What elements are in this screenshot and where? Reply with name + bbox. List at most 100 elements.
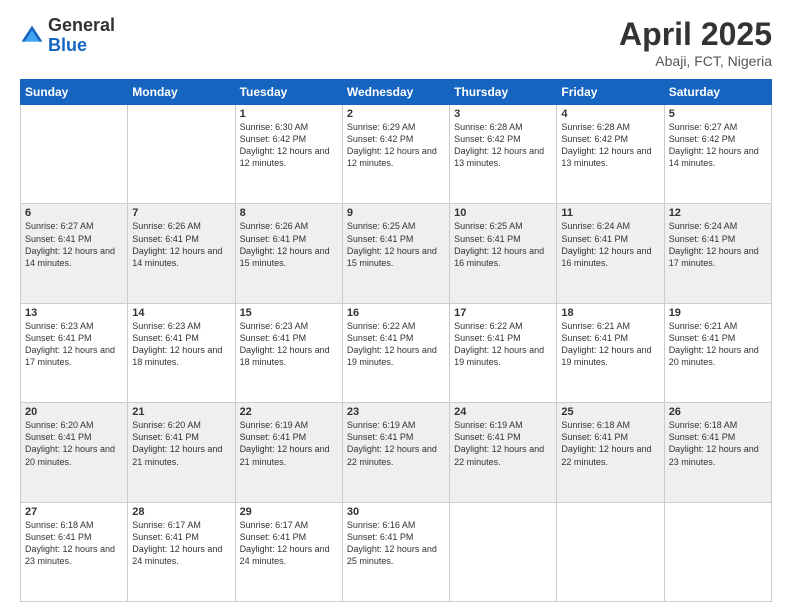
day-number: 23 xyxy=(347,406,445,418)
day-number: 2 xyxy=(347,108,445,120)
day-info: Sunrise: 6:25 AM Sunset: 6:41 PM Dayligh… xyxy=(454,220,552,269)
day-number: 5 xyxy=(669,108,767,120)
logo: General Blue xyxy=(20,16,115,56)
calendar-cell-w2-d6: 11Sunrise: 6:24 AM Sunset: 6:41 PM Dayli… xyxy=(557,204,664,303)
day-info: Sunrise: 6:21 AM Sunset: 6:41 PM Dayligh… xyxy=(561,320,659,369)
calendar-cell-w4-d2: 21Sunrise: 6:20 AM Sunset: 6:41 PM Dayli… xyxy=(128,403,235,502)
calendar-cell-w4-d7: 26Sunrise: 6:18 AM Sunset: 6:41 PM Dayli… xyxy=(664,403,771,502)
day-number: 26 xyxy=(669,406,767,418)
calendar-cell-w5-d2: 28Sunrise: 6:17 AM Sunset: 6:41 PM Dayli… xyxy=(128,502,235,601)
day-info: Sunrise: 6:26 AM Sunset: 6:41 PM Dayligh… xyxy=(132,220,230,269)
day-info: Sunrise: 6:20 AM Sunset: 6:41 PM Dayligh… xyxy=(25,419,123,468)
calendar-cell-w1-d1 xyxy=(21,105,128,204)
calendar-cell-w2-d2: 7Sunrise: 6:26 AM Sunset: 6:41 PM Daylig… xyxy=(128,204,235,303)
day-number: 28 xyxy=(132,506,230,518)
day-info: Sunrise: 6:23 AM Sunset: 6:41 PM Dayligh… xyxy=(25,320,123,369)
calendar-cell-w4-d5: 24Sunrise: 6:19 AM Sunset: 6:41 PM Dayli… xyxy=(450,403,557,502)
calendar-cell-w2-d1: 6Sunrise: 6:27 AM Sunset: 6:41 PM Daylig… xyxy=(21,204,128,303)
week-row-4: 20Sunrise: 6:20 AM Sunset: 6:41 PM Dayli… xyxy=(21,403,772,502)
calendar-table: Sunday Monday Tuesday Wednesday Thursday… xyxy=(20,79,772,602)
day-number: 18 xyxy=(561,307,659,319)
day-number: 24 xyxy=(454,406,552,418)
day-number: 4 xyxy=(561,108,659,120)
calendar-cell-w3-d1: 13Sunrise: 6:23 AM Sunset: 6:41 PM Dayli… xyxy=(21,303,128,402)
calendar-cell-w2-d3: 8Sunrise: 6:26 AM Sunset: 6:41 PM Daylig… xyxy=(235,204,342,303)
col-sunday: Sunday xyxy=(21,80,128,105)
day-info: Sunrise: 6:28 AM Sunset: 6:42 PM Dayligh… xyxy=(561,121,659,170)
calendar-cell-w5-d6 xyxy=(557,502,664,601)
calendar-cell-w4-d1: 20Sunrise: 6:20 AM Sunset: 6:41 PM Dayli… xyxy=(21,403,128,502)
day-info: Sunrise: 6:24 AM Sunset: 6:41 PM Dayligh… xyxy=(561,220,659,269)
day-info: Sunrise: 6:27 AM Sunset: 6:41 PM Dayligh… xyxy=(25,220,123,269)
day-number: 7 xyxy=(132,207,230,219)
day-number: 12 xyxy=(669,207,767,219)
day-info: Sunrise: 6:18 AM Sunset: 6:41 PM Dayligh… xyxy=(561,419,659,468)
day-info: Sunrise: 6:20 AM Sunset: 6:41 PM Dayligh… xyxy=(132,419,230,468)
calendar-cell-w5-d4: 30Sunrise: 6:16 AM Sunset: 6:41 PM Dayli… xyxy=(342,502,449,601)
calendar-cell-w4-d6: 25Sunrise: 6:18 AM Sunset: 6:41 PM Dayli… xyxy=(557,403,664,502)
day-number: 8 xyxy=(240,207,338,219)
calendar-cell-w5-d7 xyxy=(664,502,771,601)
calendar-cell-w4-d4: 23Sunrise: 6:19 AM Sunset: 6:41 PM Dayli… xyxy=(342,403,449,502)
month-title: April 2025 xyxy=(619,16,772,53)
calendar-cell-w1-d7: 5Sunrise: 6:27 AM Sunset: 6:42 PM Daylig… xyxy=(664,105,771,204)
day-info: Sunrise: 6:18 AM Sunset: 6:41 PM Dayligh… xyxy=(25,519,123,568)
day-number: 11 xyxy=(561,207,659,219)
col-thursday: Thursday xyxy=(450,80,557,105)
calendar-cell-w1-d4: 2Sunrise: 6:29 AM Sunset: 6:42 PM Daylig… xyxy=(342,105,449,204)
calendar-cell-w1-d3: 1Sunrise: 6:30 AM Sunset: 6:42 PM Daylig… xyxy=(235,105,342,204)
col-saturday: Saturday xyxy=(664,80,771,105)
day-number: 16 xyxy=(347,307,445,319)
day-info: Sunrise: 6:18 AM Sunset: 6:41 PM Dayligh… xyxy=(669,419,767,468)
calendar-cell-w4-d3: 22Sunrise: 6:19 AM Sunset: 6:41 PM Dayli… xyxy=(235,403,342,502)
day-number: 9 xyxy=(347,207,445,219)
week-row-1: 1Sunrise: 6:30 AM Sunset: 6:42 PM Daylig… xyxy=(21,105,772,204)
calendar-cell-w3-d4: 16Sunrise: 6:22 AM Sunset: 6:41 PM Dayli… xyxy=(342,303,449,402)
day-number: 29 xyxy=(240,506,338,518)
day-info: Sunrise: 6:23 AM Sunset: 6:41 PM Dayligh… xyxy=(240,320,338,369)
day-number: 13 xyxy=(25,307,123,319)
week-row-3: 13Sunrise: 6:23 AM Sunset: 6:41 PM Dayli… xyxy=(21,303,772,402)
page: General Blue April 2025 Abaji, FCT, Nige… xyxy=(0,0,792,612)
day-info: Sunrise: 6:24 AM Sunset: 6:41 PM Dayligh… xyxy=(669,220,767,269)
day-info: Sunrise: 6:26 AM Sunset: 6:41 PM Dayligh… xyxy=(240,220,338,269)
calendar-header-row: Sunday Monday Tuesday Wednesday Thursday… xyxy=(21,80,772,105)
title-block: April 2025 Abaji, FCT, Nigeria xyxy=(619,16,772,69)
day-info: Sunrise: 6:27 AM Sunset: 6:42 PM Dayligh… xyxy=(669,121,767,170)
day-number: 6 xyxy=(25,207,123,219)
calendar-cell-w2-d5: 10Sunrise: 6:25 AM Sunset: 6:41 PM Dayli… xyxy=(450,204,557,303)
calendar-cell-w3-d7: 19Sunrise: 6:21 AM Sunset: 6:41 PM Dayli… xyxy=(664,303,771,402)
logo-icon xyxy=(20,24,44,48)
day-number: 30 xyxy=(347,506,445,518)
day-number: 22 xyxy=(240,406,338,418)
day-number: 19 xyxy=(669,307,767,319)
calendar-cell-w3-d6: 18Sunrise: 6:21 AM Sunset: 6:41 PM Dayli… xyxy=(557,303,664,402)
logo-text: General Blue xyxy=(48,16,115,56)
day-info: Sunrise: 6:22 AM Sunset: 6:41 PM Dayligh… xyxy=(454,320,552,369)
calendar-cell-w5-d3: 29Sunrise: 6:17 AM Sunset: 6:41 PM Dayli… xyxy=(235,502,342,601)
logo-general-text: General xyxy=(48,15,115,35)
calendar-cell-w1-d5: 3Sunrise: 6:28 AM Sunset: 6:42 PM Daylig… xyxy=(450,105,557,204)
col-tuesday: Tuesday xyxy=(235,80,342,105)
week-row-5: 27Sunrise: 6:18 AM Sunset: 6:41 PM Dayli… xyxy=(21,502,772,601)
week-row-2: 6Sunrise: 6:27 AM Sunset: 6:41 PM Daylig… xyxy=(21,204,772,303)
day-info: Sunrise: 6:22 AM Sunset: 6:41 PM Dayligh… xyxy=(347,320,445,369)
day-info: Sunrise: 6:21 AM Sunset: 6:41 PM Dayligh… xyxy=(669,320,767,369)
col-monday: Monday xyxy=(128,80,235,105)
day-info: Sunrise: 6:28 AM Sunset: 6:42 PM Dayligh… xyxy=(454,121,552,170)
calendar-cell-w3-d5: 17Sunrise: 6:22 AM Sunset: 6:41 PM Dayli… xyxy=(450,303,557,402)
day-info: Sunrise: 6:25 AM Sunset: 6:41 PM Dayligh… xyxy=(347,220,445,269)
day-number: 17 xyxy=(454,307,552,319)
day-number: 20 xyxy=(25,406,123,418)
calendar-cell-w5-d5 xyxy=(450,502,557,601)
day-info: Sunrise: 6:29 AM Sunset: 6:42 PM Dayligh… xyxy=(347,121,445,170)
col-friday: Friday xyxy=(557,80,664,105)
day-info: Sunrise: 6:30 AM Sunset: 6:42 PM Dayligh… xyxy=(240,121,338,170)
day-info: Sunrise: 6:23 AM Sunset: 6:41 PM Dayligh… xyxy=(132,320,230,369)
day-info: Sunrise: 6:19 AM Sunset: 6:41 PM Dayligh… xyxy=(347,419,445,468)
calendar-cell-w3-d3: 15Sunrise: 6:23 AM Sunset: 6:41 PM Dayli… xyxy=(235,303,342,402)
calendar-cell-w5-d1: 27Sunrise: 6:18 AM Sunset: 6:41 PM Dayli… xyxy=(21,502,128,601)
day-number: 14 xyxy=(132,307,230,319)
day-number: 27 xyxy=(25,506,123,518)
day-number: 10 xyxy=(454,207,552,219)
